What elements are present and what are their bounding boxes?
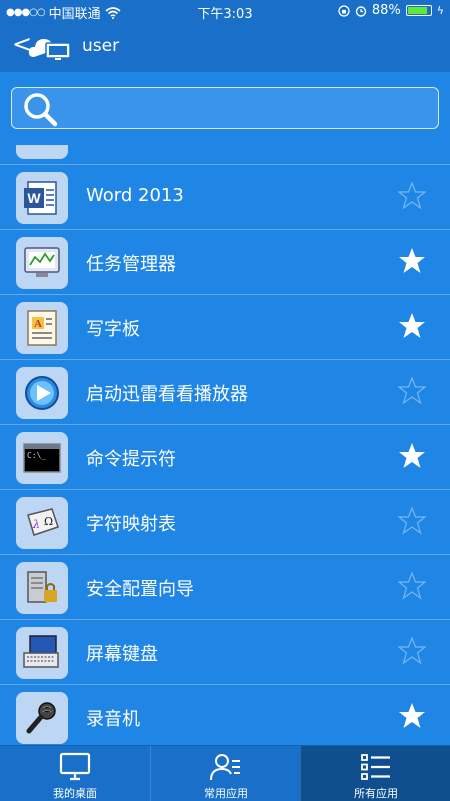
app-name: 任务管理器 (86, 254, 176, 275)
app-list-item[interactable]: 屏幕键盘 (0, 620, 450, 685)
character-map-icon: λΩ (16, 497, 68, 549)
app-list-item[interactable]: W Word 2013 (0, 165, 450, 230)
app-header: < user (0, 22, 450, 72)
security-wizard-icon (16, 562, 68, 614)
app-list-item[interactable]: Windows 内存诊断 (0, 145, 450, 165)
app-name: Word 2013 (86, 185, 184, 206)
app-name: Windows 内存诊断 (86, 145, 244, 146)
favorite-star-filled-icon[interactable] (398, 442, 426, 470)
wordpad-icon: A (16, 302, 68, 354)
onscreen-keyboard-icon (16, 627, 68, 679)
app-list-item[interactable]: λ Ω 字符映射表 (0, 490, 450, 555)
favorite-star-filled-icon[interactable] (398, 312, 426, 340)
tab-common-apps[interactable]: 常用应用 (150, 746, 301, 801)
task-manager-icon (16, 237, 68, 289)
xunlei-player-icon (16, 367, 68, 419)
svg-text:A: A (34, 318, 42, 330)
app-name: 写字板 (86, 319, 140, 340)
tab-my-desktop[interactable]: 我的桌面 (0, 746, 150, 801)
favorite-star-empty-icon[interactable] (398, 182, 426, 210)
app-list-item[interactable]: C:\_ 命令提示符 (0, 425, 450, 490)
favorite-star-filled-icon[interactable] (398, 702, 426, 730)
favorite-star-empty-icon[interactable] (398, 572, 426, 600)
favorite-star-empty-icon[interactable] (398, 637, 426, 665)
app-name: 命令提示符 (86, 449, 176, 470)
sound-recorder-icon (16, 692, 68, 744)
charging-icon: ϟ (436, 4, 444, 17)
app-list-item[interactable]: 安全配置向导 (0, 555, 450, 620)
svg-text:Ω: Ω (44, 515, 53, 528)
tab-label: 常用应用 (204, 787, 248, 800)
status-bar: ●●●○○ 中国联通 下午3:03 88% ϟ (0, 0, 450, 22)
favorite-star-filled-icon[interactable] (398, 247, 426, 275)
monitor-icon (59, 752, 91, 781)
battery-percent: 88% (371, 3, 401, 18)
search-icon (24, 93, 58, 127)
search-input[interactable] (60, 94, 434, 124)
command-prompt-icon: C:\_ (16, 432, 68, 484)
svg-text:λ: λ (32, 518, 40, 531)
list-icon (361, 754, 390, 780)
app-name: 字符映射表 (86, 514, 176, 535)
app-list[interactable]: Windows 内存诊断 W Word 2013 任务管理器 A 写字板启动迅雷看看播放器… (0, 145, 450, 745)
memory-diagnostic-icon (16, 145, 68, 159)
user-list-icon (210, 754, 240, 781)
app-name: 启动迅雷看看播放器 (86, 384, 248, 405)
cloud-desktop-logo-icon (28, 39, 71, 60)
word-icon: W (16, 172, 68, 224)
app-name: 安全配置向导 (86, 579, 194, 600)
favorite-star-empty-icon[interactable] (398, 377, 426, 405)
app-list-item[interactable]: 任务管理器 (0, 230, 450, 295)
tab-label: 我的桌面 (53, 787, 97, 800)
bottom-tab-bar: 我的桌面 常用应用 所有应用 (0, 745, 450, 801)
search-bar[interactable] (11, 87, 439, 129)
app-list-item[interactable]: A 写字板 (0, 295, 450, 360)
svg-text:C:\_: C:\_ (27, 451, 46, 460)
page-title: user (82, 36, 120, 56)
app-name: 屏幕键盘 (86, 644, 158, 665)
app-list-item[interactable]: 录音机 (0, 685, 450, 745)
battery-icon (405, 5, 432, 16)
alarm-icon (355, 5, 367, 17)
svg-text:W: W (27, 190, 41, 206)
rotation-lock-icon (338, 4, 350, 17)
tab-label: 所有应用 (354, 787, 398, 800)
app-list-item[interactable]: 启动迅雷看看播放器 (0, 360, 450, 425)
tab-all-apps[interactable]: 所有应用 (300, 746, 450, 801)
favorite-star-empty-icon[interactable] (398, 507, 426, 535)
app-name: 录音机 (86, 709, 140, 730)
